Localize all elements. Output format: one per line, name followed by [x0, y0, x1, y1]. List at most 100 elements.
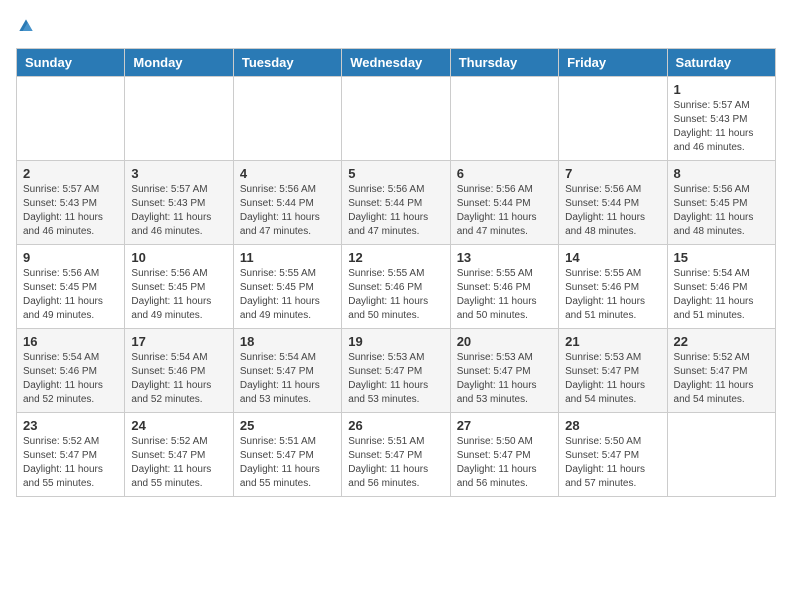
calendar-cell — [233, 77, 341, 161]
calendar-cell: 28 Sunrise: 5:50 AM Sunset: 5:47 PM Dayli… — [559, 413, 667, 497]
day-number: 27 — [457, 418, 552, 433]
day-info: Sunrise: 5:51 AM Sunset: 5:47 PM Dayligh… — [240, 435, 335, 491]
calendar-cell: 1 Sunrise: 5:57 AM Sunset: 5:43 PM Daylig… — [667, 77, 775, 161]
calendar-cell: 13 Sunrise: 5:55 AM Sunset: 5:46 PM Dayli… — [450, 245, 558, 329]
calendar-cell — [125, 77, 233, 161]
calendar-cell: 2 Sunrise: 5:57 AM Sunset: 5:43 PM Daylig… — [17, 161, 125, 245]
calendar-cell — [342, 77, 450, 161]
day-info: Sunrise: 5:56 AM Sunset: 5:44 PM Dayligh… — [348, 183, 443, 239]
calendar-cell — [17, 77, 125, 161]
calendar-week-row: 9 Sunrise: 5:56 AM Sunset: 5:45 PM Daylig… — [17, 245, 776, 329]
day-info: Sunrise: 5:56 AM Sunset: 5:45 PM Dayligh… — [131, 267, 226, 323]
calendar-week-row: 16 Sunrise: 5:54 AM Sunset: 5:46 PM Dayli… — [17, 329, 776, 413]
day-number: 2 — [23, 166, 118, 181]
weekday-header-sunday: Sunday — [17, 49, 125, 77]
day-number: 7 — [565, 166, 660, 181]
calendar-cell: 25 Sunrise: 5:51 AM Sunset: 5:47 PM Dayli… — [233, 413, 341, 497]
day-info: Sunrise: 5:53 AM Sunset: 5:47 PM Dayligh… — [565, 351, 660, 407]
weekday-header-tuesday: Tuesday — [233, 49, 341, 77]
day-info: Sunrise: 5:54 AM Sunset: 5:46 PM Dayligh… — [131, 351, 226, 407]
day-info: Sunrise: 5:55 AM Sunset: 5:46 PM Dayligh… — [457, 267, 552, 323]
day-info: Sunrise: 5:52 AM Sunset: 5:47 PM Dayligh… — [131, 435, 226, 491]
calendar-cell: 9 Sunrise: 5:56 AM Sunset: 5:45 PM Daylig… — [17, 245, 125, 329]
day-number: 19 — [348, 334, 443, 349]
day-info: Sunrise: 5:56 AM Sunset: 5:44 PM Dayligh… — [457, 183, 552, 239]
day-number: 10 — [131, 250, 226, 265]
day-info: Sunrise: 5:56 AM Sunset: 5:45 PM Dayligh… — [23, 267, 118, 323]
calendar-header-row: SundayMondayTuesdayWednesdayThursdayFrid… — [17, 49, 776, 77]
calendar-cell: 12Sunrise: 5:55 AM Sunset: 5:46 PM Dayli… — [342, 245, 450, 329]
calendar-cell — [667, 413, 775, 497]
day-number: 11 — [240, 250, 335, 265]
day-number: 3 — [131, 166, 226, 181]
calendar-cell: 23 Sunrise: 5:52 AM Sunset: 5:47 PM Dayli… — [17, 413, 125, 497]
day-info: Sunrise: 5:54 AM Sunset: 5:46 PM Dayligh… — [674, 267, 769, 323]
calendar-table: SundayMondayTuesdayWednesdayThursdayFrid… — [16, 48, 776, 497]
calendar-cell — [450, 77, 558, 161]
day-number: 4 — [240, 166, 335, 181]
day-info: Sunrise: 5:57 AM Sunset: 5:43 PM Dayligh… — [131, 183, 226, 239]
day-info: Sunrise: 5:53 AM Sunset: 5:47 PM Dayligh… — [457, 351, 552, 407]
day-info: Sunrise: 5:52 AM Sunset: 5:47 PM Dayligh… — [674, 351, 769, 407]
day-number: 1 — [674, 82, 769, 97]
day-info: Sunrise: 5:56 AM Sunset: 5:45 PM Dayligh… — [674, 183, 769, 239]
calendar-week-row: 23 Sunrise: 5:52 AM Sunset: 5:47 PM Dayli… — [17, 413, 776, 497]
day-number: 5 — [348, 166, 443, 181]
calendar-body: 1 Sunrise: 5:57 AM Sunset: 5:43 PM Daylig… — [17, 77, 776, 497]
day-info: Sunrise: 5:57 AM Sunset: 5:43 PM Dayligh… — [23, 183, 118, 239]
calendar-cell: 21 Sunrise: 5:53 AM Sunset: 5:47 PM Dayli… — [559, 329, 667, 413]
day-info: Sunrise: 5:52 AM Sunset: 5:47 PM Dayligh… — [23, 435, 118, 491]
calendar-cell: 8 Sunrise: 5:56 AM Sunset: 5:45 PM Daylig… — [667, 161, 775, 245]
calendar-cell: 10 Sunrise: 5:56 AM Sunset: 5:45 PM Dayli… — [125, 245, 233, 329]
day-number: 23 — [23, 418, 118, 433]
day-info: Sunrise: 5:54 AM Sunset: 5:47 PM Dayligh… — [240, 351, 335, 407]
calendar-cell: 22 Sunrise: 5:52 AM Sunset: 5:47 PM Dayli… — [667, 329, 775, 413]
day-number: 15 — [674, 250, 769, 265]
calendar-cell: 5 Sunrise: 5:56 AM Sunset: 5:44 PM Daylig… — [342, 161, 450, 245]
calendar-cell: 4Sunrise: 5:56 AM Sunset: 5:44 PM Daylig… — [233, 161, 341, 245]
day-info: Sunrise: 5:55 AM Sunset: 5:46 PM Dayligh… — [565, 267, 660, 323]
day-info: Sunrise: 5:57 AM Sunset: 5:43 PM Dayligh… — [674, 99, 769, 155]
calendar-cell: 26Sunrise: 5:51 AM Sunset: 5:47 PM Dayli… — [342, 413, 450, 497]
day-info: Sunrise: 5:51 AM Sunset: 5:47 PM Dayligh… — [348, 435, 443, 491]
calendar-week-row: 2 Sunrise: 5:57 AM Sunset: 5:43 PM Daylig… — [17, 161, 776, 245]
calendar-cell: 17Sunrise: 5:54 AM Sunset: 5:46 PM Dayli… — [125, 329, 233, 413]
calendar-cell: 15 Sunrise: 5:54 AM Sunset: 5:46 PM Dayli… — [667, 245, 775, 329]
logo — [16, 16, 40, 36]
weekday-header-monday: Monday — [125, 49, 233, 77]
day-number: 12 — [348, 250, 443, 265]
day-info: Sunrise: 5:54 AM Sunset: 5:46 PM Dayligh… — [23, 351, 118, 407]
day-number: 21 — [565, 334, 660, 349]
day-number: 13 — [457, 250, 552, 265]
day-info: Sunrise: 5:55 AM Sunset: 5:45 PM Dayligh… — [240, 267, 335, 323]
day-number: 20 — [457, 334, 552, 349]
page-header — [16, 16, 776, 36]
day-number: 6 — [457, 166, 552, 181]
calendar-cell: 18Sunrise: 5:54 AM Sunset: 5:47 PM Dayli… — [233, 329, 341, 413]
day-number: 28 — [565, 418, 660, 433]
day-number: 22 — [674, 334, 769, 349]
weekday-header-wednesday: Wednesday — [342, 49, 450, 77]
calendar-cell: 7 Sunrise: 5:56 AM Sunset: 5:44 PM Daylig… — [559, 161, 667, 245]
day-number: 16 — [23, 334, 118, 349]
weekday-header-friday: Friday — [559, 49, 667, 77]
day-info: Sunrise: 5:53 AM Sunset: 5:47 PM Dayligh… — [348, 351, 443, 407]
day-number: 8 — [674, 166, 769, 181]
calendar-cell: 6 Sunrise: 5:56 AM Sunset: 5:44 PM Daylig… — [450, 161, 558, 245]
calendar-cell: 3 Sunrise: 5:57 AM Sunset: 5:43 PM Daylig… — [125, 161, 233, 245]
calendar-cell: 24 Sunrise: 5:52 AM Sunset: 5:47 PM Dayli… — [125, 413, 233, 497]
day-number: 24 — [131, 418, 226, 433]
calendar-cell: 19 Sunrise: 5:53 AM Sunset: 5:47 PM Dayli… — [342, 329, 450, 413]
day-number: 9 — [23, 250, 118, 265]
day-info: Sunrise: 5:50 AM Sunset: 5:47 PM Dayligh… — [565, 435, 660, 491]
day-info: Sunrise: 5:56 AM Sunset: 5:44 PM Dayligh… — [565, 183, 660, 239]
calendar-cell: 11 Sunrise: 5:55 AM Sunset: 5:45 PM Dayli… — [233, 245, 341, 329]
weekday-header-thursday: Thursday — [450, 49, 558, 77]
calendar-cell — [559, 77, 667, 161]
day-info: Sunrise: 5:50 AM Sunset: 5:47 PM Dayligh… — [457, 435, 552, 491]
calendar-cell: 27 Sunrise: 5:50 AM Sunset: 5:47 PM Dayli… — [450, 413, 558, 497]
day-number: 14 — [565, 250, 660, 265]
calendar-cell: 20 Sunrise: 5:53 AM Sunset: 5:47 PM Dayli… — [450, 329, 558, 413]
calendar-cell: 16 Sunrise: 5:54 AM Sunset: 5:46 PM Dayli… — [17, 329, 125, 413]
day-number: 25 — [240, 418, 335, 433]
